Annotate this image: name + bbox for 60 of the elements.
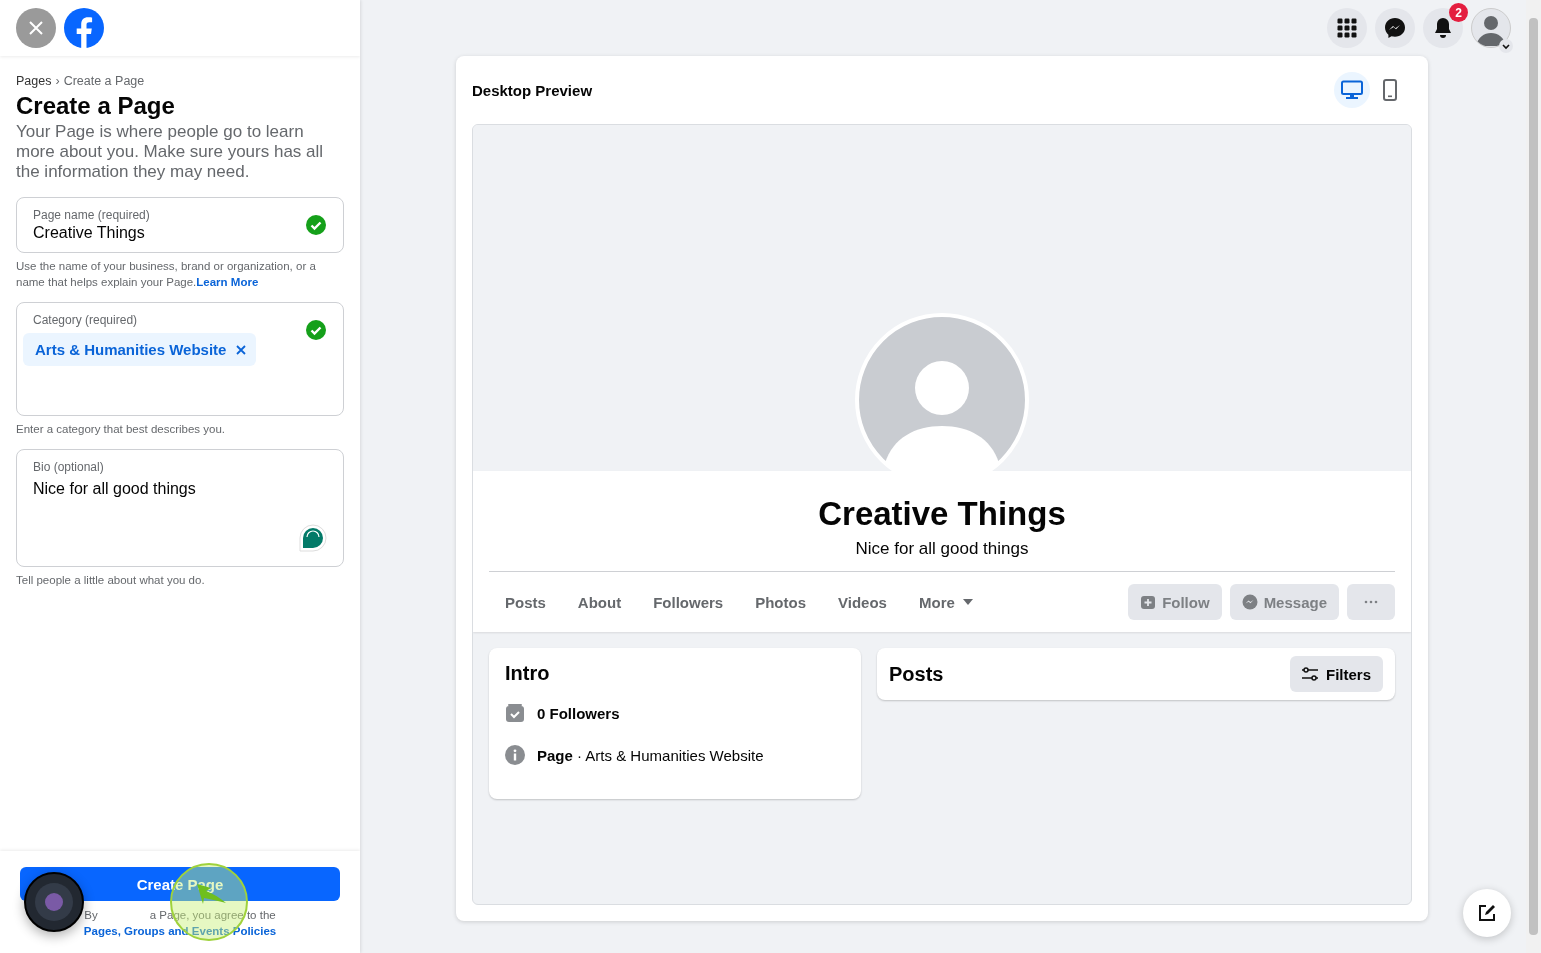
category-field[interactable]: Category (required) Arts & Humanities Website	[16, 302, 344, 416]
preview-title: Desktop Preview	[472, 81, 593, 99]
messenger-button[interactable]	[1375, 8, 1415, 48]
close-icon	[29, 21, 43, 35]
monitor-icon	[1341, 80, 1363, 100]
followers-icon	[505, 703, 525, 723]
helper-text: Enter a category that best describes you.	[16, 422, 227, 437]
sliders-icon	[1302, 667, 1318, 681]
menu-grid-button[interactable]	[1327, 8, 1367, 48]
helper-text: Use the name of your business, brand or organization, or a name that helps explain your Page.Learn More	[16, 259, 317, 290]
intro-detail: Page · Arts & Humanities Website	[537, 746, 764, 764]
edit-icon	[1477, 903, 1497, 923]
notifications-button[interactable]	[1423, 8, 1463, 48]
breadcrumb-item: Create a Page	[63, 74, 145, 88]
more-icon	[1364, 600, 1378, 604]
description: Your Page is where people go to learn more about you. Make sure yours has all the information they may need.	[16, 122, 325, 182]
field-label: Bio (optional)	[33, 460, 105, 474]
page-tab[interactable]: Photos	[739, 582, 823, 622]
remove-icon[interactable]	[236, 344, 247, 355]
page-tab[interactable]: About	[561, 582, 638, 622]
notification-badge: 2	[1449, 3, 1468, 22]
page-tab[interactable]: Posts	[489, 582, 562, 622]
breadcrumb-separator: ›	[55, 74, 60, 88]
bio-field[interactable]: Bio (optional) Nice for all good things	[16, 449, 344, 567]
speech-bubble-icon[interactable]	[299, 524, 327, 552]
page-name: Creative Things	[818, 495, 1066, 533]
page-bio: Nice for all good things	[855, 539, 1029, 559]
desktop-view-button[interactable]	[1334, 72, 1370, 108]
field-label: Category (required)	[33, 313, 139, 327]
grid-icon	[1337, 18, 1357, 38]
page-tab[interactable]: More	[902, 582, 989, 622]
category-tag[interactable]: Arts & Humanities Website	[23, 333, 257, 366]
chat-bubble-icon	[1384, 17, 1406, 39]
tag-label: Arts & Humanities Website	[35, 341, 227, 358]
chat-bubble-icon	[1241, 594, 1258, 610]
phone-icon	[1383, 79, 1397, 101]
close-button[interactable]	[16, 8, 56, 48]
page-tab[interactable]: Videos	[822, 582, 903, 622]
recording-badge-overlay	[24, 872, 84, 932]
plus-icon	[1140, 594, 1157, 610]
filters-button[interactable]: Filters	[1290, 656, 1383, 692]
bell-icon	[1433, 17, 1453, 39]
breadcrumb-item[interactable]: Pages	[16, 74, 52, 88]
info-icon	[505, 745, 525, 765]
page-tab[interactable]: Followers	[637, 582, 740, 622]
field-value: Nice for all good things	[33, 480, 196, 498]
field-value: Creative Things	[33, 224, 146, 242]
page-title: Create a Page	[16, 92, 176, 120]
intro-detail: 0 Followers	[537, 704, 620, 722]
page-name-field[interactable]: Page name (required) Creative Things	[16, 197, 344, 253]
helper-text: Tell people a little about what you do.	[16, 573, 206, 588]
logo-icon[interactable]	[64, 8, 104, 48]
chevron-down-icon[interactable]	[1499, 39, 1513, 53]
posts-title: Posts	[889, 662, 944, 686]
account-avatar[interactable]	[1471, 8, 1511, 48]
field-label: Page name (required)	[33, 208, 150, 222]
learn-more-link[interactable]: Learn More	[196, 276, 259, 288]
scrollbar[interactable]	[1526, 0, 1541, 953]
compose-button[interactable]	[1463, 889, 1511, 937]
intro-title: Intro	[505, 662, 551, 685]
